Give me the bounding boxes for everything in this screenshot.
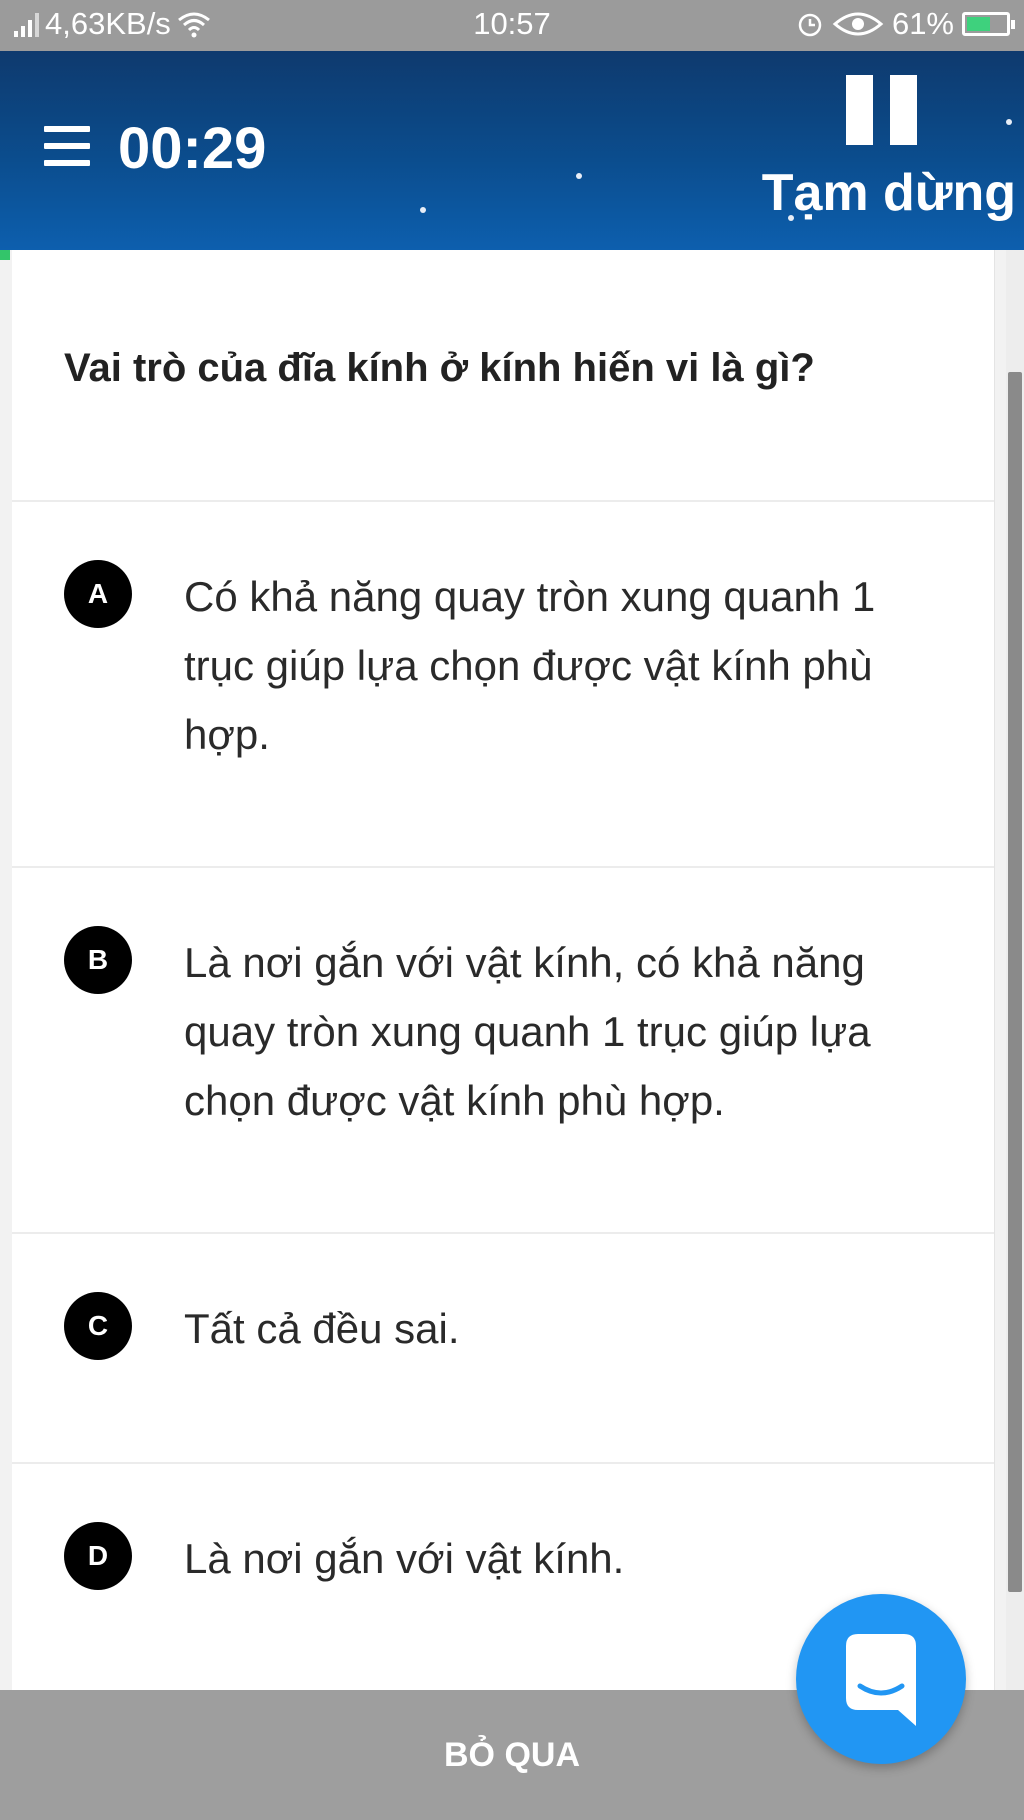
status-bar: 4,63KB/s 10:57 61% xyxy=(0,0,1024,51)
scrollbar-thumb[interactable] xyxy=(1008,372,1022,1592)
quiz-header: 00:29 Tạm dừng xyxy=(0,51,1024,250)
option-letter-badge: C xyxy=(64,1292,132,1360)
option-text: Là nơi gắn với vật kính, có khả năng qua… xyxy=(184,939,871,1124)
option-text: Là nơi gắn với vật kính. xyxy=(184,1535,625,1582)
option-letter-badge: B xyxy=(64,926,132,994)
battery-percent: 61% xyxy=(891,6,954,41)
option-a[interactable]: A Có khả năng quay tròn xung quanh 1 trụ… xyxy=(12,502,994,866)
eye-icon xyxy=(832,12,884,36)
menu-icon[interactable] xyxy=(44,126,90,166)
pause-icon xyxy=(846,75,920,145)
alarm-icon xyxy=(798,13,822,37)
option-letter-badge: D xyxy=(64,1522,132,1590)
option-c[interactable]: C Tất cả đều sai. xyxy=(12,1234,994,1462)
pause-label: Tạm dừng xyxy=(761,164,1016,222)
star-decoration xyxy=(576,173,582,179)
progress-indicator xyxy=(0,250,10,260)
option-text: Có khả năng quay tròn xung quanh 1 trục … xyxy=(184,573,876,758)
chat-button[interactable] xyxy=(796,1594,966,1764)
star-decoration xyxy=(420,207,426,213)
question-card: Vai trò của đĩa kính ở kính hiến vi là g… xyxy=(12,250,995,1690)
chat-icon xyxy=(846,1634,916,1726)
question-text: Vai trò của đĩa kính ở kính hiến vi là g… xyxy=(64,346,815,390)
battery-charging-icon xyxy=(962,12,1015,36)
option-text: Tất cả đều sai. xyxy=(184,1305,460,1352)
option-b[interactable]: B Là nơi gắn với vật kính, có khả năng q… xyxy=(12,868,994,1232)
pause-button[interactable]: Tạm dừng xyxy=(756,75,1016,235)
option-letter-badge: A xyxy=(64,560,132,628)
quiz-timer: 00:29 xyxy=(118,116,267,181)
